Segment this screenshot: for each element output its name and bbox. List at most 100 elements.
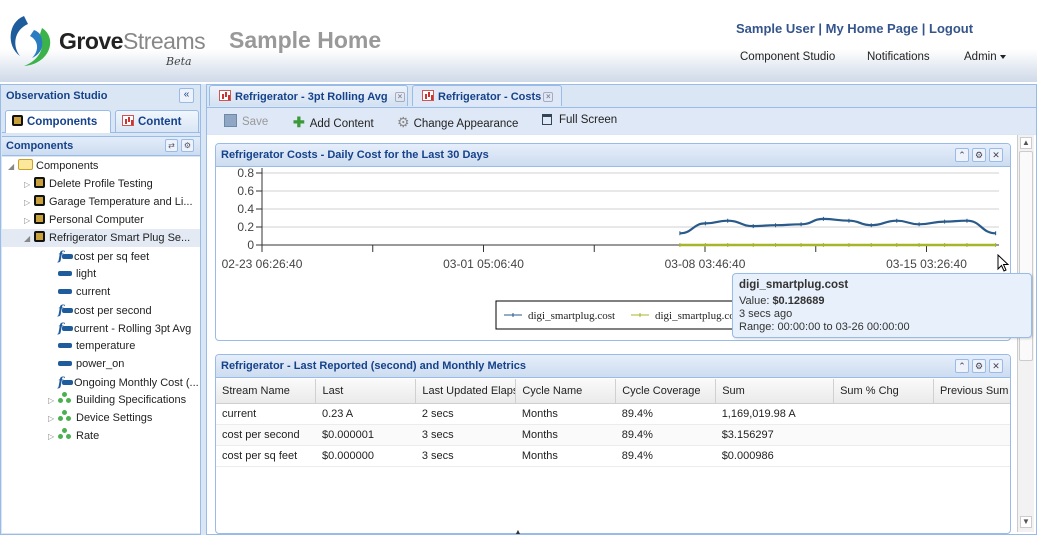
- expanded-arrow-icon[interactable]: ◢: [24, 230, 34, 248]
- table-cell: 89.4%: [615, 424, 716, 446]
- add-content-button[interactable]: ✚ Add Content: [293, 114, 374, 131]
- gear-icon[interactable]: ⚙: [181, 139, 194, 152]
- collapsed-arrow-icon[interactable]: ▷: [48, 392, 58, 410]
- close-icon[interactable]: ×: [395, 92, 405, 102]
- gear-icon[interactable]: ⚙: [972, 148, 986, 162]
- full-screen-button[interactable]: Full Screen: [542, 114, 617, 126]
- gear-icon[interactable]: ⚙: [972, 359, 986, 373]
- tree-node-label: Ongoing Monthly Cost (...: [74, 377, 199, 389]
- x-tick-label: 02-23 06:26:40: [222, 257, 303, 271]
- tree-node[interactable]: ▷ Delete Profile Testing: [24, 175, 153, 193]
- logout-link[interactable]: Logout: [929, 21, 973, 36]
- column-header[interactable]: Stream Name: [216, 379, 317, 404]
- caret-down-icon: [999, 54, 1006, 59]
- x-tick-label: 03-15 03:26:40: [886, 257, 967, 271]
- collapsed-arrow-icon[interactable]: ▷: [24, 212, 34, 230]
- tree-node-label: light: [76, 268, 97, 280]
- sidebar-tabs: Components Content: [2, 109, 200, 133]
- tree-node[interactable]: power_on: [48, 355, 124, 373]
- tab-components[interactable]: Components: [5, 110, 111, 133]
- table-cell: 2 secs: [415, 403, 516, 425]
- tree-node[interactable]: ▷ Rate: [48, 427, 99, 445]
- collapsed-arrow-icon[interactable]: ▷: [24, 176, 34, 194]
- y-tick-label: 0: [247, 238, 254, 252]
- chart-icon: [122, 115, 134, 126]
- table-cell: 1,169,019.98 A: [715, 403, 834, 425]
- collapse-panel-button[interactable]: «: [179, 88, 194, 103]
- save-button[interactable]: Save: [224, 114, 268, 128]
- table-row[interactable]: current 0.23 A2 secs Months 89.4% 1,169,019.…: [216, 403, 1010, 425]
- tree-node-label: cost per sq feet: [74, 251, 150, 263]
- y-tick-label: 0.8: [237, 168, 254, 180]
- tab-content[interactable]: Content: [115, 110, 199, 132]
- tree-node-label: power_on: [76, 358, 125, 370]
- metrics-grid-portlet: Refrigerator - Last Reported (second) an…: [215, 354, 1011, 534]
- x-tick-label: 03-08 03:46:40: [665, 257, 746, 271]
- column-header[interactable]: Previous Sum: [933, 379, 1010, 404]
- user-name-link[interactable]: Sample User: [736, 21, 815, 36]
- tab-refrigerator-costs[interactable]: Refrigerator - Costs ×: [412, 85, 562, 106]
- close-icon[interactable]: ×: [543, 92, 554, 102]
- column-header[interactable]: Sum % Chg: [833, 379, 934, 404]
- scroll-down-icon[interactable]: ▼: [1020, 516, 1032, 528]
- derived-stream-icon: f: [58, 319, 74, 337]
- tree-node[interactable]: ◢ Components: [8, 157, 98, 175]
- chart-portlet-title: Refrigerator Costs - Daily Cost for the …: [221, 149, 489, 161]
- tree-node[interactable]: ▷ Device Settings: [48, 409, 152, 427]
- my-home-page-link[interactable]: My Home Page: [826, 21, 918, 36]
- collapsed-arrow-icon[interactable]: ▷: [48, 428, 58, 446]
- tree-node[interactable]: temperature: [48, 337, 135, 355]
- tree-node-label: Device Settings: [76, 412, 153, 424]
- scroll-up-icon[interactable]: ▲: [1020, 137, 1032, 149]
- tree-node[interactable]: f Ongoing Monthly Cost (...: [48, 373, 199, 391]
- tree-node[interactable]: ◢ Refrigerator Smart Plug Se...: [2, 229, 200, 247]
- expanded-arrow-icon[interactable]: ◢: [8, 158, 18, 176]
- tree-node[interactable]: ▷ Building Specifications: [48, 391, 186, 409]
- column-header[interactable]: Cycle Name: [515, 379, 617, 404]
- collapse-icon[interactable]: ⌃: [955, 148, 969, 162]
- tree-node[interactable]: f current - Rolling 3pt Avg: [48, 319, 191, 337]
- tree-node[interactable]: current: [48, 283, 110, 301]
- toolbar: Save ✚ Add Content ⚙ Change Appearance Ful…: [207, 107, 1036, 134]
- tree-node[interactable]: light: [48, 265, 96, 283]
- close-icon[interactable]: ✕: [989, 148, 1003, 162]
- tab-refrigerator-rolling-avg[interactable]: Refrigerator - 3pt Rolling Avg ×: [209, 85, 408, 106]
- tree-node[interactable]: ▷ Personal Computer: [24, 211, 144, 229]
- refresh-icon[interactable]: ⇄: [165, 139, 178, 152]
- nav-admin[interactable]: Admin: [964, 51, 1006, 63]
- chart-icon: [422, 90, 434, 101]
- folder-group-icon: [58, 410, 72, 422]
- column-header[interactable]: Cycle Coverage: [615, 379, 717, 404]
- table-cell: [933, 424, 1010, 446]
- window-icon: [542, 114, 552, 125]
- nav-notifications[interactable]: Notifications: [867, 51, 930, 63]
- tree-node[interactable]: ▷ Garage Temperature and Li...: [24, 193, 193, 211]
- table-row[interactable]: cost per second $0.000001 3 secs Months 89.4…: [216, 424, 1010, 446]
- page-title: Sample Home: [229, 27, 382, 53]
- nav-component-studio[interactable]: Component Studio: [740, 51, 835, 63]
- folder-group-icon: [58, 428, 72, 440]
- table-cell: Months: [515, 403, 616, 425]
- table-cell: [833, 424, 934, 446]
- derived-stream-icon: f: [58, 373, 74, 391]
- table-row[interactable]: cost per sq feet $0.000000 3 secs Months 89.…: [216, 445, 1010, 467]
- table-cell: [833, 403, 934, 425]
- brand-light: Streams: [122, 28, 206, 54]
- column-header[interactable]: Last Updated Elaps: [415, 379, 517, 404]
- collapse-icon[interactable]: ⌃: [955, 359, 969, 373]
- table-cell: 89.4%: [615, 403, 716, 425]
- tree-node[interactable]: f cost per second: [48, 301, 152, 319]
- tooltip-range: Range: 00:00:00 to 03-26 00:00:00: [739, 321, 910, 333]
- collapsed-arrow-icon[interactable]: ▷: [24, 194, 34, 212]
- add-content-label: Add Content: [309, 118, 374, 130]
- tree-node[interactable]: f cost per sq feet: [48, 247, 149, 265]
- column-header[interactable]: Last: [315, 379, 417, 404]
- change-appearance-button[interactable]: ⚙ Change Appearance: [397, 114, 518, 131]
- brand-name: GroveStreams: [59, 28, 206, 55]
- close-icon[interactable]: ✕: [989, 359, 1003, 373]
- column-header[interactable]: Sum: [715, 379, 835, 404]
- table-cell: $0.000000: [315, 445, 416, 467]
- collapsed-arrow-icon[interactable]: ▷: [48, 410, 58, 428]
- tree-node-label: Personal Computer: [49, 214, 144, 226]
- splitter-handle-icon[interactable]: ▲: [510, 529, 526, 536]
